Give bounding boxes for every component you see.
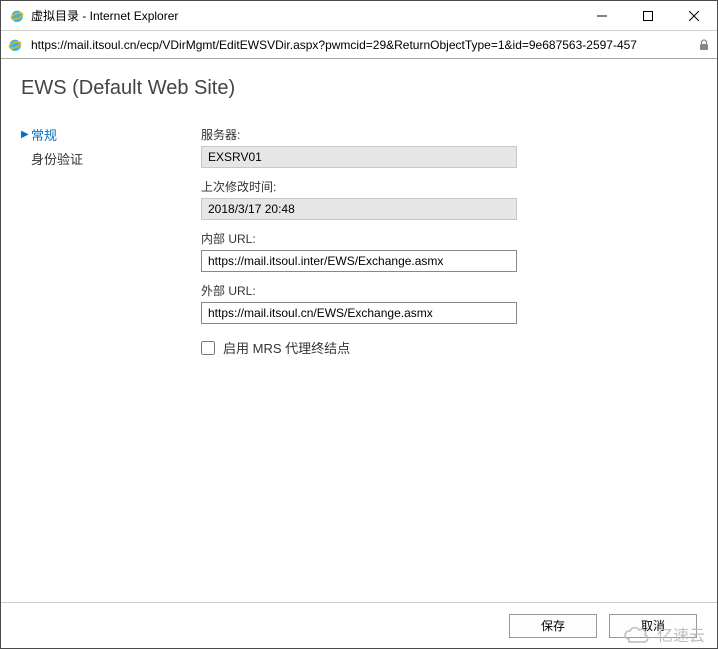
window-title: 虚拟目录 - Internet Explorer: [31, 7, 579, 24]
modified-value: 2018/3/17 20:48: [201, 198, 517, 220]
internal-url-input[interactable]: [201, 250, 517, 272]
mrs-checkbox-row[interactable]: 启用 MRS 代理终结点: [201, 338, 531, 357]
nav-item-general[interactable]: ▶ 常规: [21, 122, 201, 146]
page-title: EWS (Default Web Site): [21, 77, 697, 100]
ie-icon: [7, 37, 23, 53]
form-area: 服务器: EXSRV01 上次修改时间: 2018/3/17 20:48 内部 …: [201, 122, 531, 357]
server-value: EXSRV01: [201, 146, 517, 168]
modified-label: 上次修改时间:: [201, 178, 531, 195]
footer-bar: 保存 取消: [1, 602, 717, 648]
server-label: 服务器:: [201, 126, 531, 143]
nav-item-label: 常规: [31, 125, 57, 144]
maximize-button[interactable]: [625, 1, 671, 31]
window-titlebar: 虚拟目录 - Internet Explorer: [1, 1, 717, 31]
mrs-checkbox[interactable]: [201, 341, 215, 355]
internal-url-label: 内部 URL:: [201, 230, 531, 247]
address-bar-url[interactable]: https://mail.itsoul.cn/ecp/VDirMgmt/Edit…: [29, 38, 691, 52]
close-button[interactable]: [671, 1, 717, 31]
content-area: EWS (Default Web Site) ▶ 常规 ▶ 身份验证 服务器: …: [1, 59, 717, 600]
caret-right-icon: ▶: [21, 129, 31, 140]
nav-item-label: 身份验证: [31, 149, 83, 168]
minimize-button[interactable]: [579, 1, 625, 31]
mrs-checkbox-label: 启用 MRS 代理终结点: [223, 338, 350, 357]
external-url-label: 外部 URL:: [201, 282, 531, 299]
cancel-button[interactable]: 取消: [609, 614, 697, 638]
side-nav: ▶ 常规 ▶ 身份验证: [21, 122, 201, 357]
save-button[interactable]: 保存: [509, 614, 597, 638]
ie-favicon-icon: [9, 8, 25, 24]
address-bar: https://mail.itsoul.cn/ecp/VDirMgmt/Edit…: [1, 31, 717, 59]
nav-item-authentication[interactable]: ▶ 身份验证: [21, 146, 201, 170]
external-url-input[interactable]: [201, 302, 517, 324]
lock-icon: [697, 38, 711, 52]
